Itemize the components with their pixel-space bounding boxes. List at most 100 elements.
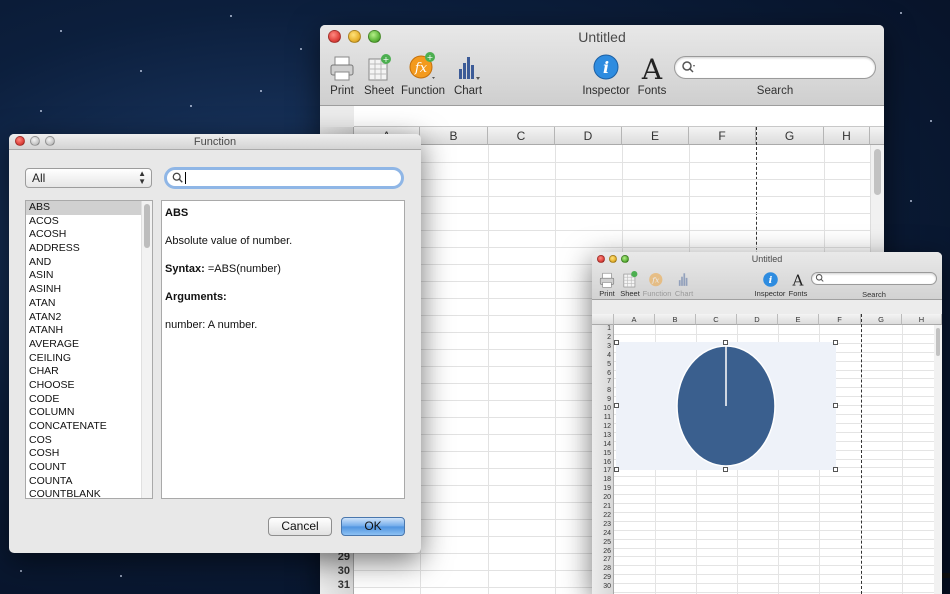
column-header[interactable]: G [756, 127, 824, 145]
row-number[interactable]: 14 [592, 441, 611, 448]
row-number[interactable]: 18 [592, 476, 611, 483]
function-list-item[interactable]: COS [26, 434, 152, 448]
sheet-button[interactable]: + Sheet [364, 51, 394, 97]
function-list-item[interactable]: COSH [26, 447, 152, 461]
function-list-item[interactable]: ATAN [26, 297, 152, 311]
resize-handle[interactable] [833, 403, 838, 408]
inspector-button[interactable]: i Inspector [582, 51, 630, 97]
resize-handle[interactable] [614, 340, 619, 345]
scroll-thumb[interactable] [144, 204, 150, 248]
row-number[interactable]: 7 [592, 378, 611, 385]
column-header[interactable]: B [420, 127, 488, 145]
row-number[interactable]: 2 [592, 334, 611, 341]
function-list[interactable]: ABS ACOS ACOSH ADDRESS AND ASIN ASINH ATAN ATAN2… [25, 200, 153, 499]
print-button[interactable]: Print [328, 51, 356, 97]
row-number[interactable]: 19 [592, 485, 611, 492]
row-number[interactable]: 26 [592, 548, 611, 555]
formula-bar[interactable] [354, 106, 884, 127]
column-header[interactable]: A [614, 314, 655, 325]
function-list-item[interactable]: COUNTBLANK [26, 488, 152, 498]
row-number[interactable]: 9 [592, 396, 611, 403]
print-button[interactable]: Print [596, 268, 618, 298]
resize-handle[interactable] [614, 403, 619, 408]
row-number[interactable]: 23 [592, 521, 611, 528]
column-header[interactable]: F [819, 314, 861, 325]
function-list-item[interactable]: ATANH [26, 324, 152, 338]
resize-handle[interactable] [833, 340, 838, 345]
function-list-item[interactable]: COUNT [26, 461, 152, 475]
resize-handle[interactable] [833, 467, 838, 472]
row-number[interactable]: 30 [324, 565, 350, 577]
function-list-item[interactable]: ASIN [26, 269, 152, 283]
minimize-button[interactable] [609, 255, 617, 263]
row-number[interactable]: 4 [592, 352, 611, 359]
function-list-item[interactable]: AVERAGE [26, 338, 152, 352]
zoom-button[interactable] [368, 30, 381, 43]
column-header[interactable]: E [778, 314, 819, 325]
column-header[interactable]: H [824, 127, 870, 145]
resize-handle[interactable] [723, 467, 728, 472]
row-number[interactable]: 11 [592, 414, 611, 421]
row-number[interactable]: 12 [592, 423, 611, 430]
column-header[interactable]: C [696, 314, 737, 325]
column-header[interactable]: G [861, 314, 902, 325]
fonts-button[interactable]: A Fonts [788, 268, 808, 298]
row-number[interactable]: 17 [592, 467, 611, 474]
function-list-item[interactable]: ASINH [26, 283, 152, 297]
row-number[interactable]: 8 [592, 387, 611, 394]
zoom-button[interactable] [45, 136, 55, 146]
row-number[interactable]: 3 [592, 343, 611, 350]
row-number[interactable]: 13 [592, 432, 611, 439]
function-list-item[interactable]: ADDRESS [26, 242, 152, 256]
scroll-thumb[interactable] [874, 149, 881, 195]
vertical-scrollbar[interactable] [934, 325, 942, 594]
chart-button[interactable]: Chart [452, 51, 484, 97]
function-list-item[interactable]: CONCATENATE [26, 420, 152, 434]
function-button[interactable]: fx + Function [400, 51, 446, 97]
row-number[interactable]: 1 [592, 325, 611, 332]
row-number[interactable]: 16 [592, 459, 611, 466]
column-header[interactable]: B [655, 314, 696, 325]
function-list-item[interactable]: CEILING [26, 352, 152, 366]
minimize-button[interactable] [30, 136, 40, 146]
chart-window-grid[interactable]: A B C D E F G H 1 2 3 4 5 6 7 8 9 10 11 12 13 14 15 16 1… [592, 314, 942, 594]
row-number[interactable]: 21 [592, 503, 611, 510]
function-list-item[interactable]: ABS [26, 201, 152, 215]
sheet-button[interactable]: Sheet [619, 268, 641, 298]
function-list-item[interactable]: CHAR [26, 365, 152, 379]
column-header[interactable]: H [902, 314, 942, 325]
row-number[interactable]: 24 [592, 530, 611, 537]
close-button[interactable] [15, 136, 25, 146]
row-number[interactable]: 5 [592, 361, 611, 368]
column-header[interactable]: C [488, 127, 555, 145]
minimize-button[interactable] [348, 30, 361, 43]
close-button[interactable] [328, 30, 341, 43]
function-list-item[interactable]: COLUMN [26, 406, 152, 420]
column-header[interactable]: E [622, 127, 689, 145]
row-number[interactable]: 30 [592, 583, 611, 590]
pie-chart[interactable] [616, 342, 836, 470]
category-select[interactable]: All ▲ ▼ [25, 168, 152, 188]
function-list-item[interactable]: AND [26, 256, 152, 270]
function-list-item[interactable]: ACOSH [26, 228, 152, 242]
row-number[interactable]: 15 [592, 450, 611, 457]
function-list-item[interactable]: COUNTA [26, 475, 152, 489]
search-field[interactable] [811, 272, 937, 285]
cancel-button[interactable]: Cancel [268, 517, 332, 536]
function-button[interactable]: fx Function [642, 268, 672, 298]
search-field[interactable] [674, 56, 876, 79]
row-number[interactable]: 31 [324, 579, 350, 591]
scroll-thumb[interactable] [936, 328, 940, 356]
resize-handle[interactable] [614, 467, 619, 472]
zoom-button[interactable] [621, 255, 629, 263]
function-list-item[interactable]: CODE [26, 393, 152, 407]
function-list-item[interactable]: ACOS [26, 215, 152, 229]
row-number[interactable]: 25 [592, 539, 611, 546]
ok-button[interactable]: OK [341, 517, 405, 536]
row-number[interactable]: 29 [592, 574, 611, 581]
function-search-input[interactable] [164, 167, 404, 189]
column-header[interactable]: D [555, 127, 622, 145]
list-scrollbar[interactable] [141, 201, 152, 498]
column-header[interactable]: F [689, 127, 756, 145]
resize-handle[interactable] [723, 340, 728, 345]
